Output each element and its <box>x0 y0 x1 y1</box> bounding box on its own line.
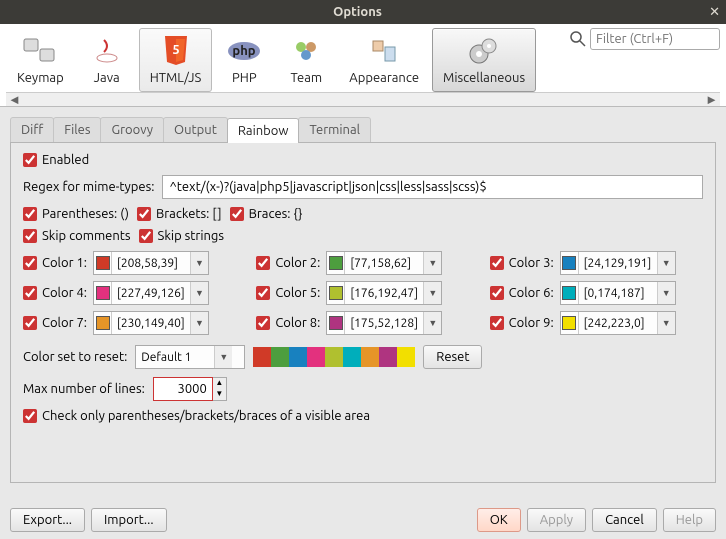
cancel-button[interactable]: Cancel <box>592 508 657 532</box>
gear-icon <box>466 33 502 69</box>
chevron-down-icon: ▼ <box>657 312 675 334</box>
color-item-9: Color 9: [242,223,0]▼ <box>490 311 703 335</box>
tab-terminal[interactable]: Terminal <box>298 117 371 142</box>
titlebar: Options ✕ <box>0 0 726 24</box>
chevron-down-icon: ▼ <box>190 282 208 304</box>
color-item-5: Color 5: [176,192,47]▼ <box>256 281 469 305</box>
php-icon: php <box>226 33 262 69</box>
spinner-down-icon[interactable]: ▼ <box>213 389 226 400</box>
color-6-checkbox[interactable]: Color 6: <box>490 286 554 300</box>
color-5-checkbox[interactable]: Color 5: <box>256 286 320 300</box>
chevron-down-icon: ▼ <box>657 252 675 274</box>
window-title: Options <box>6 5 709 19</box>
toolbar-miscellaneous[interactable]: Miscellaneous <box>432 28 536 92</box>
color-4-combo[interactable]: [227,49,126]▼ <box>93 281 209 305</box>
keymap-icon <box>22 33 58 69</box>
help-button[interactable]: Help <box>663 508 716 532</box>
color-7-combo[interactable]: [230,149,40]▼ <box>93 311 209 335</box>
svg-text:5: 5 <box>172 43 179 57</box>
tab-rainbow[interactable]: Rainbow <box>227 118 300 143</box>
color-1-checkbox[interactable]: Color 1: <box>23 256 87 270</box>
color-item-6: Color 6: [0,174,187]▼ <box>490 281 703 305</box>
color-item-2: Color 2: [77,158,62]▼ <box>256 251 469 275</box>
java-icon <box>89 33 125 69</box>
spinner-up-icon[interactable]: ▲ <box>213 378 226 389</box>
rainbow-panel: Enabled Regex for mime-types: Parenthese… <box>10 143 716 483</box>
color-item-1: Color 1: [208,58,39]▼ <box>23 251 236 275</box>
color-7-checkbox[interactable]: Color 7: <box>23 316 87 330</box>
color-3-checkbox[interactable]: Color 3: <box>490 256 554 270</box>
color-2-combo[interactable]: [77,158,62]▼ <box>326 251 442 275</box>
category-toolbar: Keymap Java 5 HTML/JS php PHP Team Appea… <box>0 24 726 107</box>
colorset-label: Color set to reset: <box>23 350 127 364</box>
dialog-footer: Export... Import... OK Apply Cancel Help <box>0 501 726 539</box>
svg-text:php: php <box>233 44 256 58</box>
export-button[interactable]: Export... <box>10 508 85 532</box>
color-8-combo[interactable]: [175,52,128]▼ <box>326 311 442 335</box>
import-button[interactable]: Import... <box>91 508 167 532</box>
toolbar-appearance[interactable]: Appearance <box>338 28 430 92</box>
close-icon[interactable]: ✕ <box>709 5 720 20</box>
enabled-checkbox[interactable]: Enabled <box>23 153 89 167</box>
tab-row: Diff Files Groovy Output Rainbow Termina… <box>10 117 716 143</box>
palette-preview <box>253 347 415 367</box>
chevron-down-icon: ▼ <box>423 312 441 334</box>
color-5-combo[interactable]: [176,192,47]▼ <box>326 281 442 305</box>
visible-area-checkbox[interactable]: Check only parentheses/brackets/braces o… <box>23 409 370 423</box>
color-8-checkbox[interactable]: Color 8: <box>256 316 320 330</box>
color-1-combo[interactable]: [208,58,39]▼ <box>93 251 209 275</box>
chevron-down-icon: ▼ <box>423 282 441 304</box>
reset-button[interactable]: Reset <box>423 345 482 369</box>
search-icon <box>570 31 586 47</box>
color-4-checkbox[interactable]: Color 4: <box>23 286 87 300</box>
color-2-checkbox[interactable]: Color 2: <box>256 256 320 270</box>
color-9-combo[interactable]: [242,223,0]▼ <box>560 311 676 335</box>
toolbar-keymap[interactable]: Keymap <box>6 28 75 92</box>
maxlines-spinner[interactable]: ▲▼ <box>153 377 227 401</box>
color-item-7: Color 7: [230,149,40]▼ <box>23 311 236 335</box>
brackets-checkbox[interactable]: Brackets: [] <box>137 207 222 221</box>
regex-input[interactable] <box>162 175 703 199</box>
tab-groovy[interactable]: Groovy <box>100 117 164 142</box>
toolbar-htmljs[interactable]: 5 HTML/JS <box>139 28 213 92</box>
chevron-down-icon: ▼ <box>190 312 208 334</box>
chevron-down-icon: ▼ <box>657 282 675 304</box>
colorset-combo[interactable]: Default 1▼ <box>135 345 245 369</box>
tab-files[interactable]: Files <box>53 117 101 142</box>
apply-button[interactable]: Apply <box>527 508 586 532</box>
chevron-down-icon: ▼ <box>214 346 232 368</box>
color-6-combo[interactable]: [0,174,187]▼ <box>560 281 676 305</box>
appearance-icon <box>366 33 402 69</box>
chevron-down-icon: ▼ <box>190 252 208 274</box>
filter-input[interactable] <box>590 28 720 50</box>
color-item-3: Color 3: [24,129,191]▼ <box>490 251 703 275</box>
braces-checkbox[interactable]: Braces: {} <box>230 207 303 221</box>
html5-icon: 5 <box>158 33 194 69</box>
skip-comments-checkbox[interactable]: Skip comments <box>23 229 131 243</box>
parentheses-checkbox[interactable]: Parentheses: () <box>23 207 129 221</box>
toolbar-java[interactable]: Java <box>77 28 137 92</box>
chevron-down-icon: ▼ <box>423 252 441 274</box>
color-3-combo[interactable]: [24,129,191]▼ <box>560 251 676 275</box>
maxlines-input[interactable] <box>153 377 213 401</box>
ok-button[interactable]: OK <box>477 508 521 532</box>
tab-output[interactable]: Output <box>163 117 228 142</box>
color-item-8: Color 8: [175,52,128]▼ <box>256 311 469 335</box>
toolbar-scrollbar[interactable]: ◄► <box>6 92 720 106</box>
toolbar-php[interactable]: php PHP <box>214 28 274 92</box>
color-9-checkbox[interactable]: Color 9: <box>490 316 554 330</box>
toolbar-team[interactable]: Team <box>276 28 336 92</box>
maxlines-label: Max number of lines: <box>23 382 145 396</box>
color-item-4: Color 4: [227,49,126]▼ <box>23 281 236 305</box>
tab-diff[interactable]: Diff <box>10 117 54 142</box>
team-icon <box>288 33 324 69</box>
regex-label: Regex for mime-types: <box>23 180 154 194</box>
skip-strings-checkbox[interactable]: Skip strings <box>139 229 225 243</box>
